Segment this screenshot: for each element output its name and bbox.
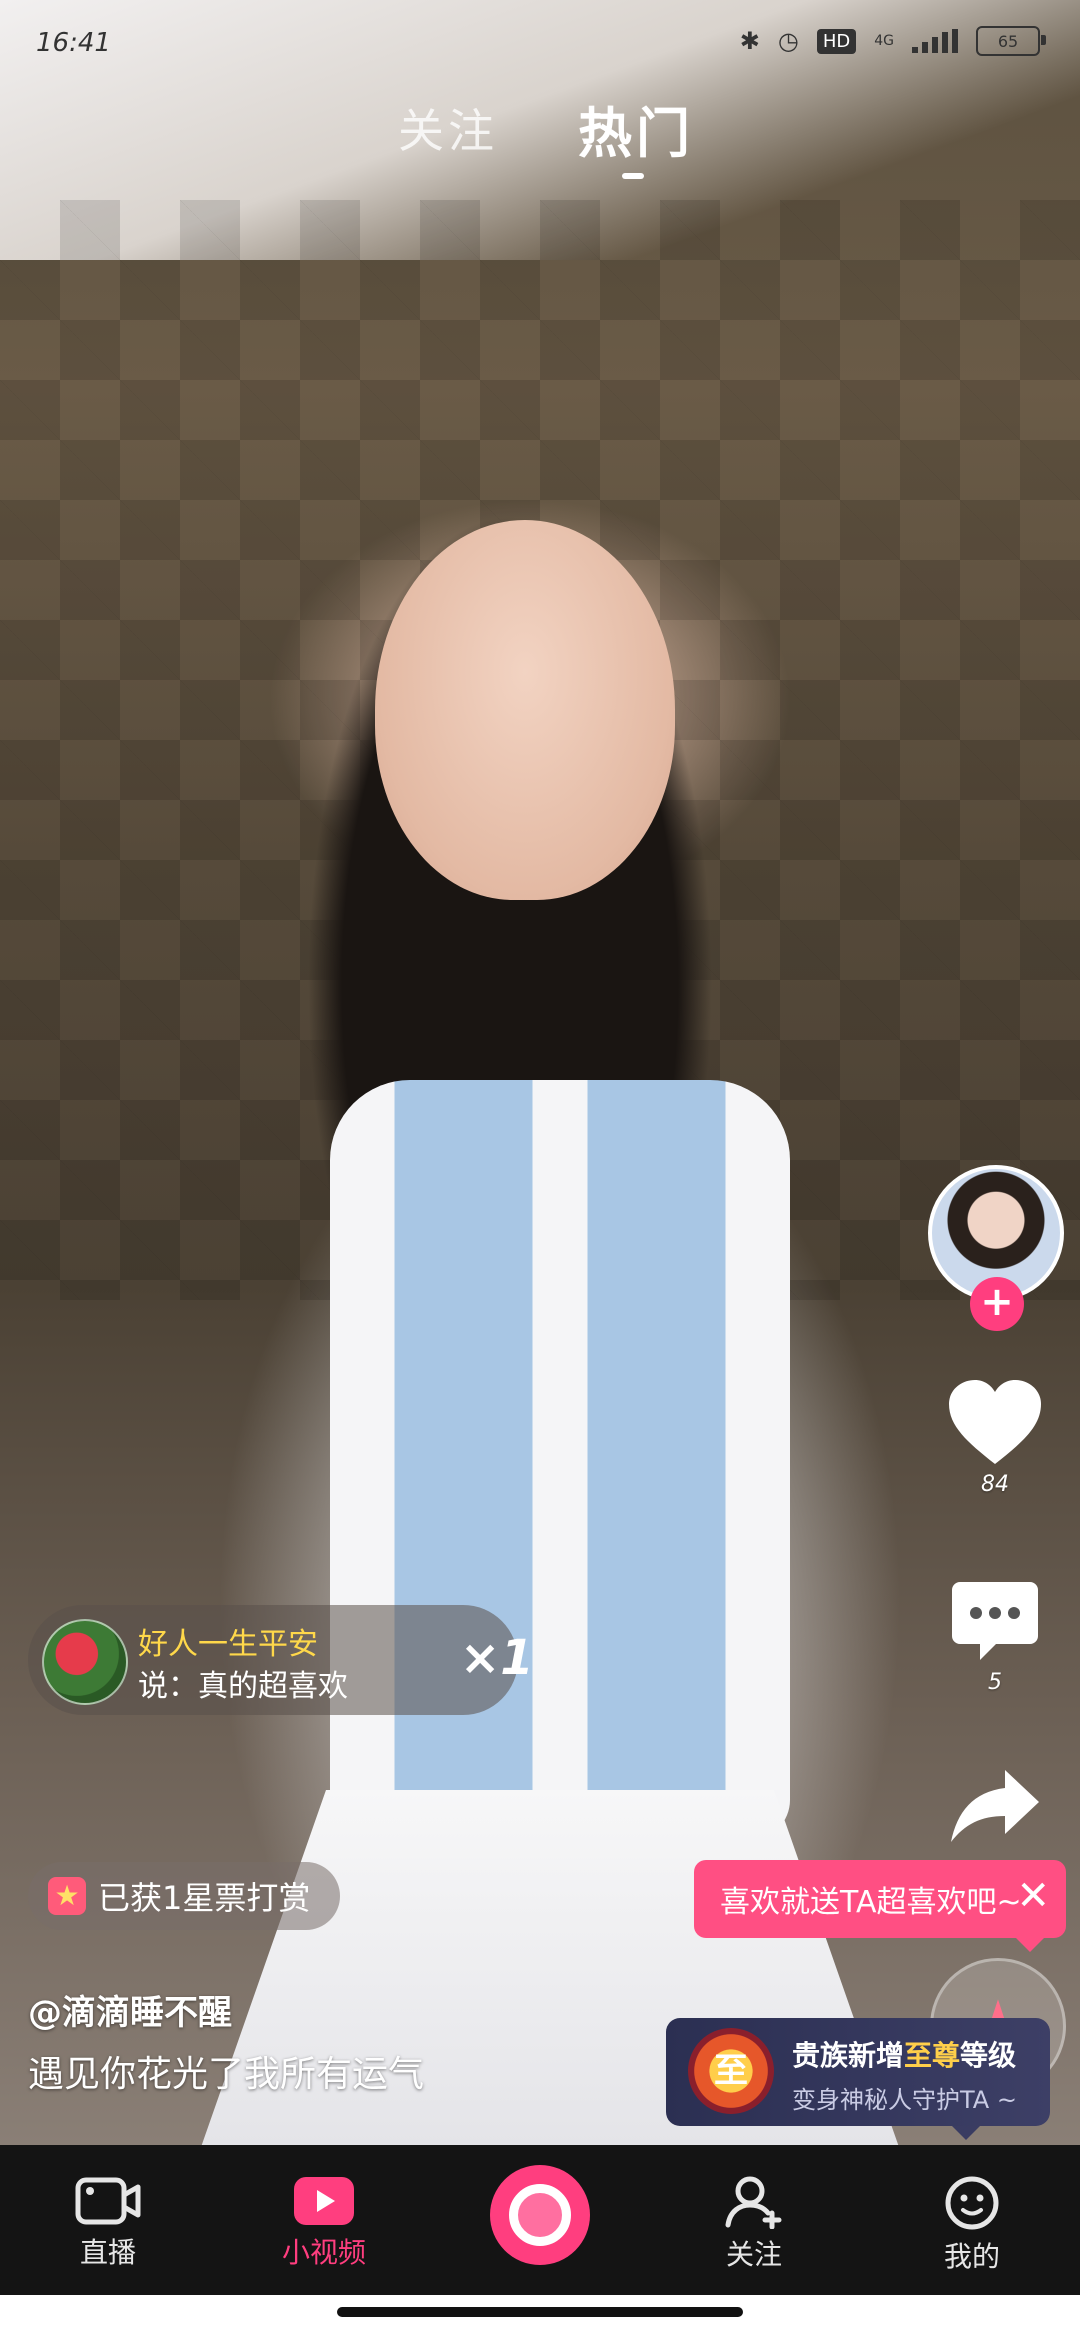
home-indicator[interactable] (337, 2307, 743, 2317)
alarm-icon: ◷ (777, 27, 799, 55)
nav-follow[interactable]: 关注 (684, 2175, 824, 2273)
play-icon (294, 2177, 354, 2225)
noble-badge-icon: 至 (688, 2028, 774, 2114)
gift-sender-avatar (42, 1619, 128, 1705)
noble-title-suffix: 等级 (960, 2039, 1017, 2072)
network-label: 4G (874, 33, 894, 49)
noble-title: 贵族新增至尊等级 (792, 2034, 1016, 2074)
noble-banner[interactable]: 至 贵族新增至尊等级 变身神秘人守护TA ~ (666, 2018, 1050, 2140)
home-bar-area (0, 2295, 1080, 2340)
nav-short-video-label: 小视频 (281, 2236, 366, 2269)
share-icon (951, 1770, 1039, 1842)
noble-title-prefix: 贵族新增 (792, 2039, 905, 2072)
bottom-nav: 直播 小视频 关注 我的 (0, 2145, 1080, 2295)
tab-follow[interactable]: 关注 (398, 95, 498, 161)
nav-me-label: 我的 (943, 2240, 1000, 2273)
status-icons: ✱ ◷ HD 4G 65 (739, 26, 1046, 56)
add-user-icon (725, 2176, 782, 2229)
like-count: 84 (981, 1472, 1009, 1497)
battery-icon: 65 (976, 26, 1046, 56)
video-person-top (330, 1080, 790, 1840)
top-tabs: 关注 热门 (0, 95, 1080, 185)
bluetooth-icon: ✱ (739, 27, 760, 55)
heart-icon (949, 1380, 1041, 1464)
star-ticket-chip[interactable]: ★ 已获1星票打赏 (28, 1862, 341, 1930)
like-button[interactable]: 84 (945, 1378, 1045, 1497)
nav-live[interactable]: 直播 (38, 2175, 178, 2271)
star-ticket-text: 已获1星票打赏 (98, 1879, 311, 1917)
signal-icon (912, 29, 958, 53)
record-icon (509, 2184, 571, 2246)
status-time: 16:41 (36, 28, 111, 58)
gift-message: 说：真的超喜欢 (138, 1669, 348, 1704)
status-bar: 16:41 ✱ ◷ HD 4G 65 (0, 0, 1080, 90)
noble-title-highlight: 至尊 (904, 2039, 961, 2072)
author-avatar-button[interactable]: + (928, 1165, 1064, 1331)
star-ticket-icon: ★ (48, 1877, 86, 1915)
nav-short-video[interactable]: 小视频 (254, 2175, 394, 2271)
nav-me[interactable]: 我的 (902, 2175, 1042, 2275)
video-person-face (375, 520, 675, 900)
superlike-prompt: 喜欢就送TA超喜欢吧~ ✕ (694, 1860, 1066, 1952)
author-name[interactable]: @滴滴睡不醒 (28, 1985, 232, 2034)
share-button[interactable] (945, 1768, 1045, 1844)
close-icon[interactable]: ✕ (1016, 1874, 1050, 1918)
gift-toast: 好人一生平安 说：真的超喜欢 (28, 1605, 518, 1715)
video-caption: 遇见你花光了我所有运气 (28, 2054, 425, 2095)
comment-icon (952, 1582, 1038, 1660)
noble-subtitle: 变身神秘人守护TA ~ (792, 2086, 1017, 2114)
tab-hot[interactable]: 热门 (578, 89, 694, 168)
gift-sender-name: 好人一生平安 (138, 1627, 318, 1662)
comment-button[interactable]: 5 (945, 1580, 1045, 1695)
gift-multiplier: ×1 (460, 1630, 534, 1686)
record-button[interactable] (490, 2165, 590, 2265)
superlike-prompt-text: 喜欢就送TA超喜欢吧~ (720, 1885, 1022, 1920)
nav-follow-label: 关注 (725, 2238, 782, 2271)
battery-level: 65 (997, 31, 1019, 51)
face-icon (945, 2176, 999, 2230)
hd-badge: HD (816, 28, 857, 54)
video-player[interactable] (0, 0, 1080, 2145)
live-camera-icon (75, 2177, 141, 2225)
follow-plus-icon[interactable]: + (970, 1277, 1024, 1331)
comment-count: 5 (988, 1670, 1002, 1695)
nav-live-label: 直播 (79, 2236, 136, 2269)
tab-active-indicator (622, 173, 644, 179)
